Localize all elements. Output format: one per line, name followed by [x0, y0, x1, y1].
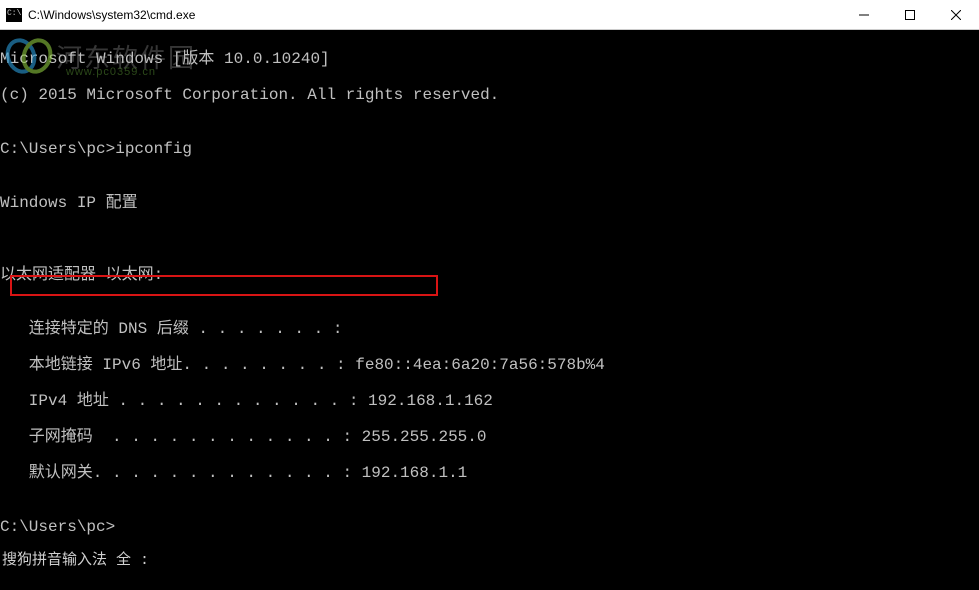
terminal-line: Microsoft Windows [版本 10.0.10240]: [0, 50, 979, 68]
minimize-button[interactable]: [841, 0, 887, 29]
section-header: Windows IP 配置: [0, 194, 979, 212]
dns-suffix-line: 连接特定的 DNS 后缀 . . . . . . . :: [0, 320, 979, 338]
maximize-button[interactable]: [887, 0, 933, 29]
window-titlebar: C:\Windows\system32\cmd.exe: [0, 0, 979, 30]
subnet-mask-line: 子网掩码 . . . . . . . . . . . . : 255.255.2…: [0, 428, 979, 446]
adapter-line: 以太网适配器 以太网:: [0, 266, 979, 284]
prompt-line: C:\Users\pc>: [0, 518, 979, 536]
window-title: C:\Windows\system32\cmd.exe: [28, 8, 841, 22]
ipv6-line: 本地链接 IPv6 地址. . . . . . . . : fe80::4ea:…: [0, 356, 979, 374]
close-button[interactable]: [933, 0, 979, 29]
terminal-area[interactable]: Microsoft Windows [版本 10.0.10240] (c) 20…: [0, 30, 979, 574]
prompt-line: C:\Users\pc>ipconfig: [0, 140, 979, 158]
window-controls: [841, 0, 979, 29]
ipv4-line: IPv4 地址 . . . . . . . . . . . . : 192.16…: [0, 392, 979, 410]
ime-status: 搜狗拼音输入法 全 :: [2, 552, 149, 570]
terminal-line: (c) 2015 Microsoft Corporation. All righ…: [0, 86, 979, 104]
cmd-icon: [6, 8, 22, 22]
gateway-line: 默认网关. . . . . . . . . . . . . : 192.168.…: [0, 464, 979, 482]
